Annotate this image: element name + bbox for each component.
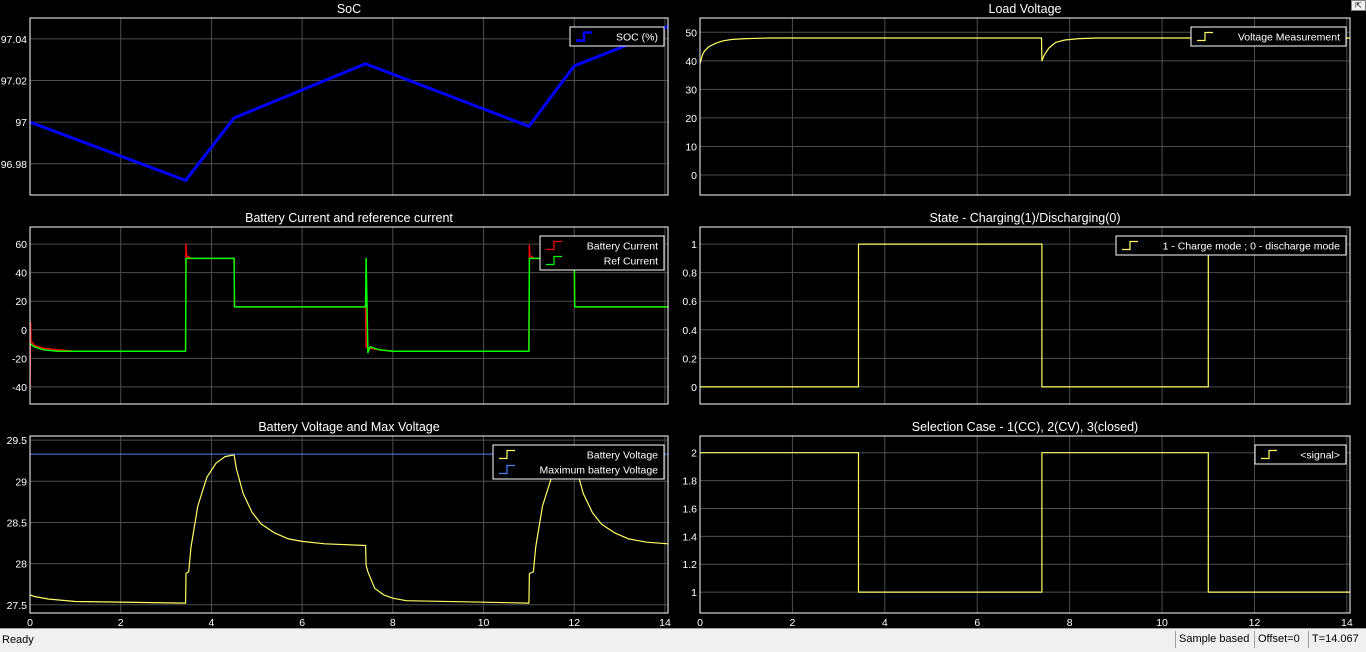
y-tick-label: 27.5 <box>7 600 28 612</box>
y-tick-label: 1 <box>691 587 697 599</box>
legend: Battery Voltage Maximum battery Voltage <box>492 444 665 480</box>
legend-label: Battery Current <box>587 241 658 253</box>
status-offset: Offset=0 <box>1254 631 1311 648</box>
y-tick-label: 97.02 <box>1 75 27 87</box>
chart-title: Selection Case - 1(CC), 2(CV), 3(closed) <box>912 420 1138 434</box>
legend: 1 - Charge mode ; 0 - discharge mode <box>1115 235 1347 256</box>
y-tick-label: 1.2 <box>682 559 697 571</box>
legend-label: 1 - Charge mode ; 0 - discharge mode <box>1163 241 1341 253</box>
undock-arrow-icon[interactable]: ⇱ <box>1351 0 1366 11</box>
x-tick-label: 10 <box>478 617 490 628</box>
status-time: T=14.067 <box>1308 631 1366 648</box>
y-tick-label: 2 <box>691 448 697 460</box>
x-tick-label: 4 <box>208 617 214 628</box>
chart-title: State - Charging(1)/Discharging(0) <box>929 211 1120 225</box>
y-tick-label: 29.5 <box>7 435 28 447</box>
chart-state: State - Charging(1)/Discharging(0) 0 0.2 0.… <box>682 211 1351 405</box>
chart-title: Battery Current and reference current <box>245 211 453 225</box>
scope-figure: SoC 96.98 97 97.02 97.04 SOC (%) Battery Curre… <box>1 2 1353 628</box>
y-tick-label: 29 <box>15 476 27 488</box>
y-tick-label: 0.4 <box>682 325 697 337</box>
status-ready: Ready <box>2 634 34 646</box>
x-tick-label: 0 <box>27 617 33 628</box>
x-tick-label: 4 <box>882 617 888 628</box>
chart-selection: Selection Case - 1(CC), 2(CV), 3(closed)… <box>682 420 1353 628</box>
x-tick-label: 0 <box>697 617 703 628</box>
y-tick-label: 40 <box>685 56 697 68</box>
chart-batvolt: Battery Voltage and Max Voltage 0 2 4 6 8 10 12… <box>7 420 671 628</box>
y-tick-label: 10 <box>685 141 697 153</box>
legend: Voltage Measurement <box>1190 26 1347 47</box>
x-tick-label: 14 <box>1341 617 1353 628</box>
x-tick-label: 6 <box>299 617 305 628</box>
legend-label: Maximum battery Voltage <box>540 465 659 477</box>
chart-current: Battery Current and reference current -40… <box>12 211 669 405</box>
legend: Battery Current Ref Current <box>539 235 665 271</box>
y-tick-label: 0 <box>691 382 697 394</box>
legend: <signal> <box>1254 444 1347 465</box>
y-tick-label: 1.4 <box>682 531 697 543</box>
y-tick-label: 1 <box>691 239 697 251</box>
x-tick-label: 10 <box>1156 617 1168 628</box>
y-tick-label: 30 <box>685 84 697 96</box>
y-tick-label: 28 <box>15 559 27 571</box>
y-tick-label: 96.98 <box>1 159 27 171</box>
y-tick-label: 1.6 <box>682 503 697 515</box>
y-tick-label: 0 <box>691 170 697 182</box>
x-tick-label: 14 <box>659 617 671 628</box>
chart-loadvolt: Load Voltage 0 10 20 30 40 50 Voltage Measureme… <box>685 2 1351 196</box>
legend-label: SOC (%) <box>616 32 658 44</box>
y-tick-label: 20 <box>685 113 697 125</box>
y-tick-label: -20 <box>12 353 27 365</box>
y-tick-label: 1.8 <box>682 476 697 488</box>
x-tick-label: 2 <box>118 617 124 628</box>
y-tick-label: 97 <box>15 117 27 129</box>
x-tick-label: 6 <box>974 617 980 628</box>
x-tick-label: 12 <box>1249 617 1261 628</box>
y-tick-label: 20 <box>15 296 27 308</box>
y-tick-label: 0.8 <box>682 268 697 280</box>
legend-label: <signal> <box>1300 450 1340 462</box>
y-tick-label: 60 <box>15 239 27 251</box>
status-bar: Ready Sample based Offset=0 T=14.067 <box>0 628 1366 652</box>
y-tick-label: 28.5 <box>7 517 28 529</box>
y-tick-label: 50 <box>685 27 697 39</box>
chart-title: Load Voltage <box>989 2 1062 16</box>
y-tick-label: -40 <box>12 382 27 394</box>
legend-label: Battery Voltage <box>587 450 658 462</box>
legend-label: Ref Current <box>604 256 658 268</box>
y-tick-label: 0.2 <box>682 353 697 365</box>
y-tick-label: 97.04 <box>1 34 27 46</box>
x-tick-label: 2 <box>789 617 795 628</box>
y-tick-label: 40 <box>15 268 27 280</box>
chart-soc: SoC 96.98 97 97.02 97.04 SOC (%) <box>1 2 669 196</box>
chart-title: Battery Voltage and Max Voltage <box>258 420 439 434</box>
x-tick-label: 8 <box>1067 617 1073 628</box>
chart-title: SoC <box>337 2 361 16</box>
x-tick-label: 8 <box>390 617 396 628</box>
status-sample-mode: Sample based <box>1175 631 1256 648</box>
x-tick-label: 12 <box>568 617 580 628</box>
plot-area <box>700 436 1350 613</box>
legend: SOC (%) <box>569 26 665 47</box>
y-tick-label: 0.6 <box>682 296 697 308</box>
y-tick-label: 0 <box>21 325 27 337</box>
legend-label: Voltage Measurement <box>1238 32 1340 44</box>
